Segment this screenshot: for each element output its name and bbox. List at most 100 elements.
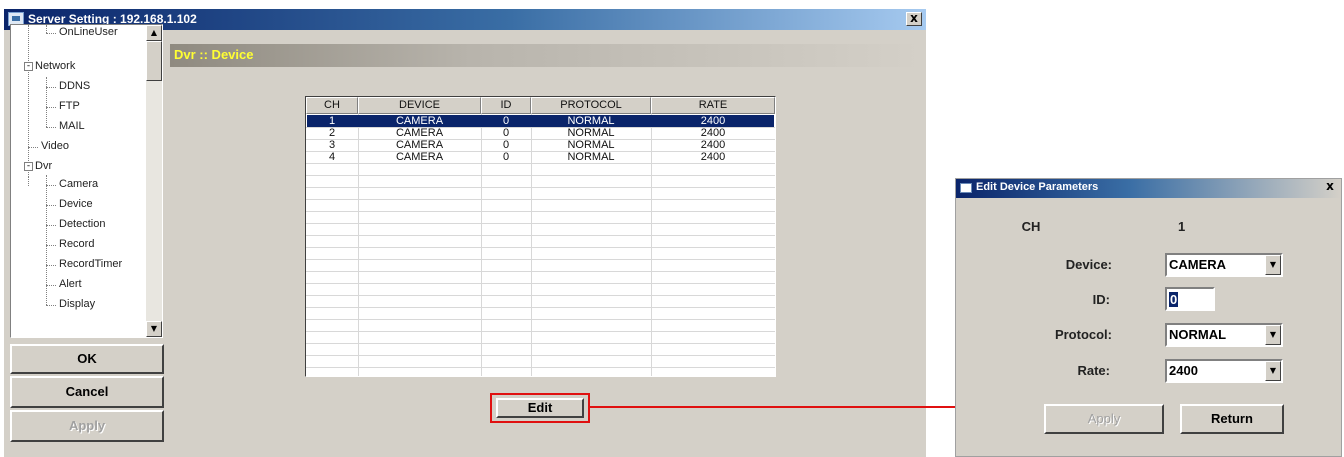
cell-ch: 2 <box>328 127 336 139</box>
grid-line <box>306 199 775 200</box>
tree-guide-line <box>46 33 56 34</box>
cell-rate: 2400 <box>700 151 726 163</box>
id-input-value: 0 <box>1169 292 1179 307</box>
tree-item-onlineuser[interactable]: OnLineUser <box>59 26 118 38</box>
grid-line <box>306 271 775 272</box>
device-table[interactable]: CH DEVICE ID PROTOCOL RATE 1 CAMERA 0 NO… <box>305 96 776 377</box>
section-header: Dvr :: Device <box>170 44 922 67</box>
scroll-thumb[interactable] <box>146 41 162 81</box>
protocol-select[interactable]: NORMAL ▼ <box>1165 323 1283 347</box>
device-label: Device: <box>1065 257 1112 272</box>
tree-guide-line <box>46 265 56 266</box>
tree-item-alert[interactable]: Alert <box>59 278 82 290</box>
grid-line <box>306 355 775 356</box>
cell-ch: 1 <box>328 115 336 127</box>
main-close-button[interactable]: x <box>906 12 922 26</box>
edit-button-highlight: Edit <box>490 393 590 423</box>
tree-item-recordtimer[interactable]: RecordTimer <box>59 258 122 270</box>
chevron-down-icon[interactable]: ▼ <box>1265 325 1281 345</box>
scroll-down-arrow-icon[interactable]: ▼ <box>146 321 162 337</box>
chevron-down-icon[interactable]: ▼ <box>1265 255 1281 275</box>
callout-arrow-line <box>590 406 986 408</box>
chevron-down-icon[interactable]: ▼ <box>1265 361 1281 381</box>
tree-guide-line <box>46 77 47 127</box>
dialog-title-bar[interactable]: Edit Device Parameters x <box>956 179 1341 198</box>
grid-line <box>306 187 775 188</box>
rate-label: Rate: <box>1077 363 1110 378</box>
tree-item-mail[interactable]: MAIL <box>59 120 85 132</box>
tree-guide-line <box>28 147 38 148</box>
cell-rate: 2400 <box>700 139 726 151</box>
ch-value: 1 <box>1178 219 1186 234</box>
tree-item-record[interactable]: Record <box>59 238 94 250</box>
tree-item-camera[interactable]: Camera <box>59 178 98 190</box>
apply-button[interactable]: Apply <box>10 410 164 442</box>
column-header-id[interactable]: ID <box>481 97 531 114</box>
tree-item-ftp[interactable]: FTP <box>59 100 80 112</box>
tree-guide-line <box>46 107 56 108</box>
tree-guide-line <box>28 176 29 186</box>
rate-select-value: 2400 <box>1169 363 1198 378</box>
tree-item-dvr[interactable]: Dvr <box>35 160 52 172</box>
tree-item-network[interactable]: Network <box>35 60 75 72</box>
tree-item-ddns[interactable]: DDNS <box>59 80 90 92</box>
tree-item-device[interactable]: Device <box>59 198 93 210</box>
grid-line <box>306 283 775 284</box>
protocol-select-value: NORMAL <box>1169 327 1227 342</box>
tree-guide-line <box>46 87 56 88</box>
cell-protocol: NORMAL <box>567 151 615 163</box>
cell-device: CAMERA <box>395 139 444 151</box>
dialog-window-icon <box>960 183 972 193</box>
tree-scrollbar[interactable]: ▲ ▼ <box>146 25 162 337</box>
cell-id: 0 <box>502 139 510 151</box>
column-header-ch[interactable]: CH <box>306 97 358 114</box>
edit-button[interactable]: Edit <box>496 398 584 418</box>
grid-line <box>306 331 775 332</box>
grid-line <box>306 319 775 320</box>
tree-item-video[interactable]: Video <box>41 140 69 152</box>
tree-item-detection[interactable]: Detection <box>59 218 105 230</box>
cell-rate: 2400 <box>700 115 726 127</box>
grid-line <box>306 247 775 248</box>
edit-device-dialog: Edit Device Parameters x CH 1 Device: CA… <box>955 178 1342 457</box>
column-header-rate[interactable]: RATE <box>651 97 775 114</box>
grid-line <box>306 223 775 224</box>
cell-ch: 3 <box>328 139 336 151</box>
cell-protocol: NORMAL <box>567 115 615 127</box>
cancel-button[interactable]: Cancel <box>10 376 164 408</box>
cell-protocol: NORMAL <box>567 139 615 151</box>
tree-item-display[interactable]: Display <box>59 298 95 310</box>
dialog-close-button[interactable]: x <box>1322 180 1338 195</box>
cell-protocol: NORMAL <box>567 127 615 139</box>
network-collapse-toggle[interactable]: - <box>24 62 33 71</box>
tree-guide-line <box>46 205 56 206</box>
tree-guide-line <box>46 305 56 306</box>
dvr-collapse-toggle[interactable]: - <box>24 162 33 171</box>
tree-guide-line <box>46 245 56 246</box>
id-label: ID: <box>1092 292 1110 307</box>
grid-line <box>306 259 775 260</box>
grid-line <box>306 343 775 344</box>
column-header-device[interactable]: DEVICE <box>358 97 481 114</box>
rate-select[interactable]: 2400 ▼ <box>1165 359 1283 383</box>
device-select-value: CAMERA <box>1169 257 1227 272</box>
grid-line <box>306 307 775 308</box>
id-input[interactable]: 0 <box>1165 287 1215 311</box>
cell-ch: 4 <box>328 151 336 163</box>
cell-id: 0 <box>502 127 510 139</box>
ch-label: CH <box>1021 219 1041 234</box>
dialog-apply-button[interactable]: Apply <box>1044 404 1164 434</box>
grid-line <box>306 211 775 212</box>
cell-device: CAMERA <box>395 127 444 139</box>
device-select[interactable]: CAMERA ▼ <box>1165 253 1283 277</box>
settings-tree[interactable]: - - OnLineUser Network DDNS FTP MAIL Vid… <box>10 24 163 338</box>
ok-button[interactable]: OK <box>10 344 164 374</box>
column-header-protocol[interactable]: PROTOCOL <box>531 97 651 114</box>
grid-line <box>306 163 775 164</box>
return-button[interactable]: Return <box>1180 404 1284 434</box>
cell-id: 0 <box>502 115 510 127</box>
scroll-up-arrow-icon[interactable]: ▲ <box>146 25 162 41</box>
tree-guide-line <box>46 185 56 186</box>
grid-line <box>306 367 775 368</box>
cell-rate: 2400 <box>700 127 726 139</box>
